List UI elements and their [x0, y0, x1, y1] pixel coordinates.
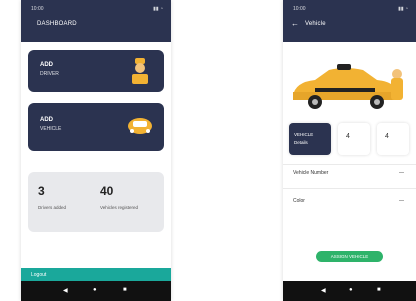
driver-icon — [132, 58, 148, 84]
system-nav-bar: ◀ ● ■ — [21, 281, 171, 301]
stats-panel: 3 Drivers added 40 Vehicles registered — [28, 172, 164, 232]
tab-secondary[interactable]: 4 — [338, 123, 370, 155]
recents-nav-icon[interactable]: ■ — [377, 287, 381, 293]
tab-tertiary[interactable]: 4 — [377, 123, 409, 155]
vehicle-number-value: — — [399, 170, 404, 176]
home-nav-icon[interactable]: ● — [93, 287, 97, 293]
add-driver-card[interactable]: ADD DRIVER — [28, 50, 164, 92]
status-icons: ▮▮ ◔ — [398, 6, 408, 12]
dashboard-screen: 10:00 ▮▮ ◔ DASHBOARD ADD DRIVER ADD VEHI… — [21, 0, 171, 301]
tab-label: VEHICLE — [294, 132, 314, 137]
tab-label: 4 — [385, 133, 389, 140]
assign-vehicle-button[interactable]: ASSIGN VEHICLE — [316, 251, 383, 262]
card-label: ADD — [40, 62, 53, 68]
status-time: 10:00 — [293, 6, 306, 12]
card-sublabel: VEHICLE — [40, 126, 62, 132]
system-nav-bar: ◀ ● ■ — [283, 281, 416, 301]
vehicle-screen: 10:00 ▮▮ ◔ ← Vehicle VEHICLE Details 4 4… — [283, 0, 416, 301]
logout-label: Logout — [31, 272, 47, 278]
card-label: ADD — [40, 117, 53, 123]
add-vehicle-card[interactable]: ADD VEHICLE — [28, 103, 164, 151]
vehicle-number-label: Vehicle Number — [293, 170, 329, 176]
logout-bar[interactable]: Logout — [21, 268, 171, 282]
page-title: Vehicle — [305, 21, 326, 27]
taxi-illustration — [293, 64, 403, 109]
back-nav-icon[interactable]: ◀ — [321, 287, 326, 294]
recents-nav-icon[interactable]: ■ — [123, 287, 127, 293]
page-title: DASHBOARD — [37, 21, 77, 27]
back-arrow-icon[interactable]: ← — [291, 19, 299, 28]
divider — [283, 188, 416, 189]
color-label: Color — [293, 198, 305, 204]
back-nav-icon[interactable]: ◀ — [63, 287, 68, 294]
tab-vehicle-details[interactable]: VEHICLE Details — [289, 123, 331, 155]
drivers-count-label: Drivers added — [38, 205, 67, 210]
drivers-count: 3 — [38, 184, 45, 198]
status-icons: ▮▮ ◔ — [153, 6, 163, 12]
car-icon — [128, 118, 152, 134]
tab-sublabel: Details — [294, 140, 308, 145]
color-value: — — [399, 198, 404, 204]
vehicles-count: 40 — [100, 184, 114, 198]
home-nav-icon[interactable]: ● — [349, 287, 353, 293]
status-time: 10:00 — [31, 6, 44, 12]
card-sublabel: DRIVER — [40, 71, 59, 77]
divider — [283, 164, 416, 165]
app-bar: 10:00 ▮▮ ◔ ← Vehicle — [283, 0, 416, 42]
tab-label: 4 — [346, 133, 350, 140]
vehicles-count-label: Vehicles registered — [100, 205, 139, 210]
app-bar: 10:00 ▮▮ ◔ DASHBOARD — [21, 0, 171, 42]
